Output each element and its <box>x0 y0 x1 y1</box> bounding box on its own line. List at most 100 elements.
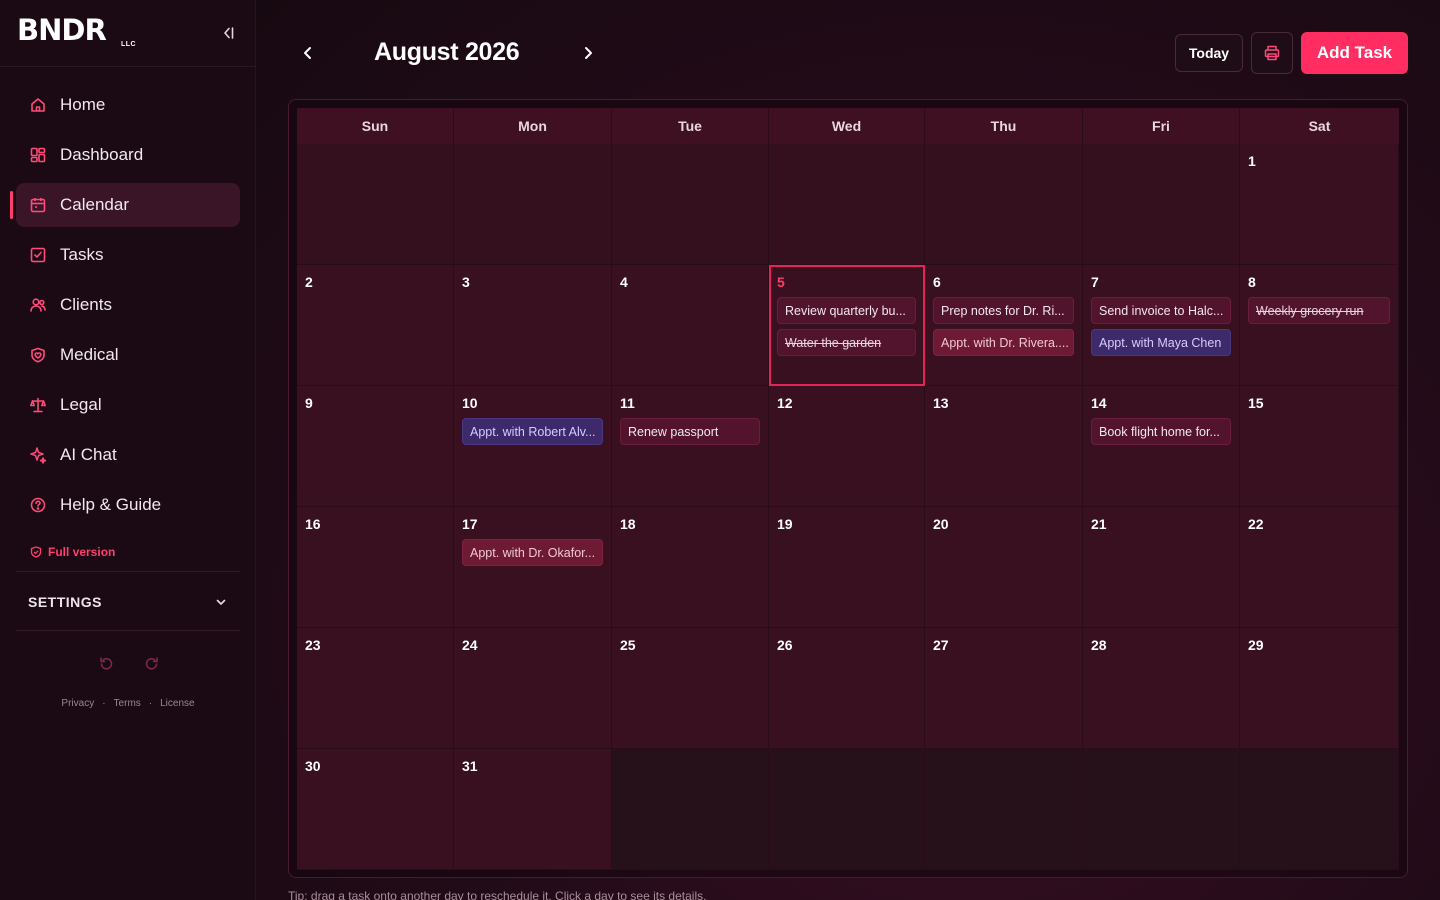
day-number: 27 <box>933 637 949 653</box>
sidebar-item-calendar[interactable]: Calendar <box>10 183 240 227</box>
calendar-day-cell <box>297 144 454 265</box>
full-version-link[interactable]: Full version <box>30 545 115 559</box>
appointment-chip[interactable]: Appt. with Robert Alv... <box>462 418 603 445</box>
calendar-day-cell[interactable]: 2 <box>297 265 454 386</box>
task-chip[interactable]: Water the garden <box>777 329 916 356</box>
calendar-day-cell[interactable]: 3 <box>454 265 612 386</box>
calendar-day-cell[interactable]: 17 Appt. with Dr. Okafor... <box>454 507 612 628</box>
calendar-day-cell[interactable]: 1 <box>1240 144 1399 265</box>
calendar-day-cell[interactable]: 24 <box>454 628 612 749</box>
calendar-day-cell[interactable]: 28 <box>1083 628 1240 749</box>
calendar-day-cell[interactable]: 20 <box>925 507 1083 628</box>
calendar-day-cell[interactable]: 19 <box>769 507 925 628</box>
calendar-day-cell[interactable]: 13 <box>925 386 1083 507</box>
undo-button[interactable] <box>96 654 116 674</box>
calendar-day-cell[interactable]: 27 <box>925 628 1083 749</box>
legal-icon <box>28 395 48 415</box>
settings-toggle[interactable]: SETTINGS <box>16 586 240 618</box>
weekday-label: Thu <box>925 108 1083 144</box>
calendar-day-cell[interactable]: 10 Appt. with Robert Alv... <box>454 386 612 507</box>
calendar-day-cell[interactable]: 22 <box>1240 507 1399 628</box>
calendar-day-cell[interactable]: 14 Book flight home for... <box>1083 386 1240 507</box>
print-button[interactable] <box>1251 32 1293 74</box>
day-number: 13 <box>933 395 949 411</box>
sidebar-item-dashboard[interactable]: Dashboard <box>16 133 240 177</box>
day-number: 17 <box>462 516 478 532</box>
sidebar-item-ai-chat[interactable]: AI Chat <box>16 433 240 477</box>
day-number: 29 <box>1248 637 1264 653</box>
sidebar-item-medical[interactable]: Medical <box>16 333 240 377</box>
day-number: 9 <box>305 395 313 411</box>
weekday-label: Sun <box>297 108 454 144</box>
privacy-link[interactable]: Privacy <box>61 698 94 709</box>
prev-month-button[interactable] <box>295 40 321 66</box>
logo-suffix: LLC <box>121 41 137 48</box>
sidebar-item-clients[interactable]: Clients <box>16 283 240 327</box>
next-month-button[interactable] <box>575 40 601 66</box>
chevron-down-icon <box>216 599 226 605</box>
task-chip[interactable]: Prep notes for Dr. Ri... <box>933 297 1074 324</box>
calendar-day-cell[interactable]: 18 <box>612 507 769 628</box>
day-number: 12 <box>777 395 793 411</box>
terms-link[interactable]: Terms <box>114 698 141 709</box>
calendar-day-cell[interactable]: 9 <box>297 386 454 507</box>
appointment-chip[interactable]: Appt. with Dr. Okafor... <box>462 539 603 566</box>
redo-button[interactable] <box>142 654 162 674</box>
sidebar-item-help[interactable]: Help & Guide <box>16 483 240 527</box>
calendar-day-cell[interactable]: 30 <box>297 749 454 870</box>
day-number: 22 <box>1248 516 1264 532</box>
task-chip[interactable]: Book flight home for... <box>1091 418 1231 445</box>
collapse-sidebar-button[interactable] <box>216 22 240 44</box>
calendar-icon <box>28 195 48 215</box>
redo-icon <box>145 657 158 670</box>
calendar-day-cell[interactable]: 11 Renew passport <box>612 386 769 507</box>
calendar-day-cell[interactable]: 25 <box>612 628 769 749</box>
day-number: 15 <box>1248 395 1264 411</box>
medical-icon <box>28 345 48 365</box>
calendar-day-cell <box>925 749 1083 870</box>
today-button[interactable]: Today <box>1175 34 1243 72</box>
task-chip[interactable]: Renew passport <box>620 418 760 445</box>
logo[interactable]: BNDR <box>17 16 107 45</box>
sidebar-item-label: Medical <box>60 345 119 364</box>
day-number: 21 <box>1091 516 1107 532</box>
day-number <box>933 758 1074 776</box>
task-chip[interactable]: Review quarterly bu... <box>777 297 916 324</box>
sidebar-item-legal[interactable]: Legal <box>16 383 240 427</box>
calendar-day-cell[interactable]: 29 <box>1240 628 1399 749</box>
calendar-day-cell[interactable]: 15 <box>1240 386 1399 507</box>
calendar-day-cell[interactable]: 23 <box>297 628 454 749</box>
chevron-left-icon <box>304 47 311 59</box>
day-number <box>462 153 603 171</box>
separator-dot: · <box>102 698 106 709</box>
sidebar-item-label: Tasks <box>60 245 104 264</box>
calendar-day-cell[interactable]: 4 <box>612 265 769 386</box>
license-link[interactable]: License <box>160 698 194 709</box>
calendar-day-cell[interactable]: 6 Prep notes for Dr. Ri... Appt. with Dr. … <box>925 265 1083 386</box>
task-chip[interactable]: Send invoice to Halc... <box>1091 297 1231 324</box>
sidebar-item-home[interactable]: Home <box>16 83 240 127</box>
undo-redo-group <box>96 654 162 674</box>
add-task-button[interactable]: Add Task <box>1301 32 1408 74</box>
day-number <box>620 153 760 171</box>
calendar-day-cell[interactable]: 31 <box>454 749 612 870</box>
appointment-chip[interactable]: Appt. with Dr. Rivera.... <box>933 329 1074 356</box>
appointment-chip[interactable]: Appt. with Maya Chen <box>1091 329 1231 356</box>
sidebar-item-label: Legal <box>60 395 102 414</box>
calendar-day-cell[interactable]: 16 <box>297 507 454 628</box>
weekday-header: Sun Mon Tue Wed Thu Fri Sat <box>297 108 1399 144</box>
sidebar-item-tasks[interactable]: Tasks <box>16 233 240 277</box>
divider <box>16 630 240 631</box>
calendar-day-cell[interactable]: 7 Send invoice to Halc... Appt. with Maya … <box>1083 265 1240 386</box>
calendar-day-cell[interactable]: 8 Weekly grocery run <box>1240 265 1399 386</box>
task-chip[interactable]: Weekly grocery run <box>1248 297 1390 324</box>
calendar-day-cell <box>925 144 1083 265</box>
calendar-day-cell[interactable]: 21 <box>1083 507 1240 628</box>
calendar-day-cell[interactable]: 12 <box>769 386 925 507</box>
day-number <box>620 758 760 776</box>
calendar-day-today[interactable]: 5 Review quarterly bu... Water the garden <box>769 265 925 386</box>
collapse-left-icon <box>224 27 234 39</box>
sidebar-nav: Home Dashboard Calendar Tasks Clients Me… <box>10 83 240 533</box>
calendar-day-cell[interactable]: 26 <box>769 628 925 749</box>
undo-icon <box>100 657 113 670</box>
